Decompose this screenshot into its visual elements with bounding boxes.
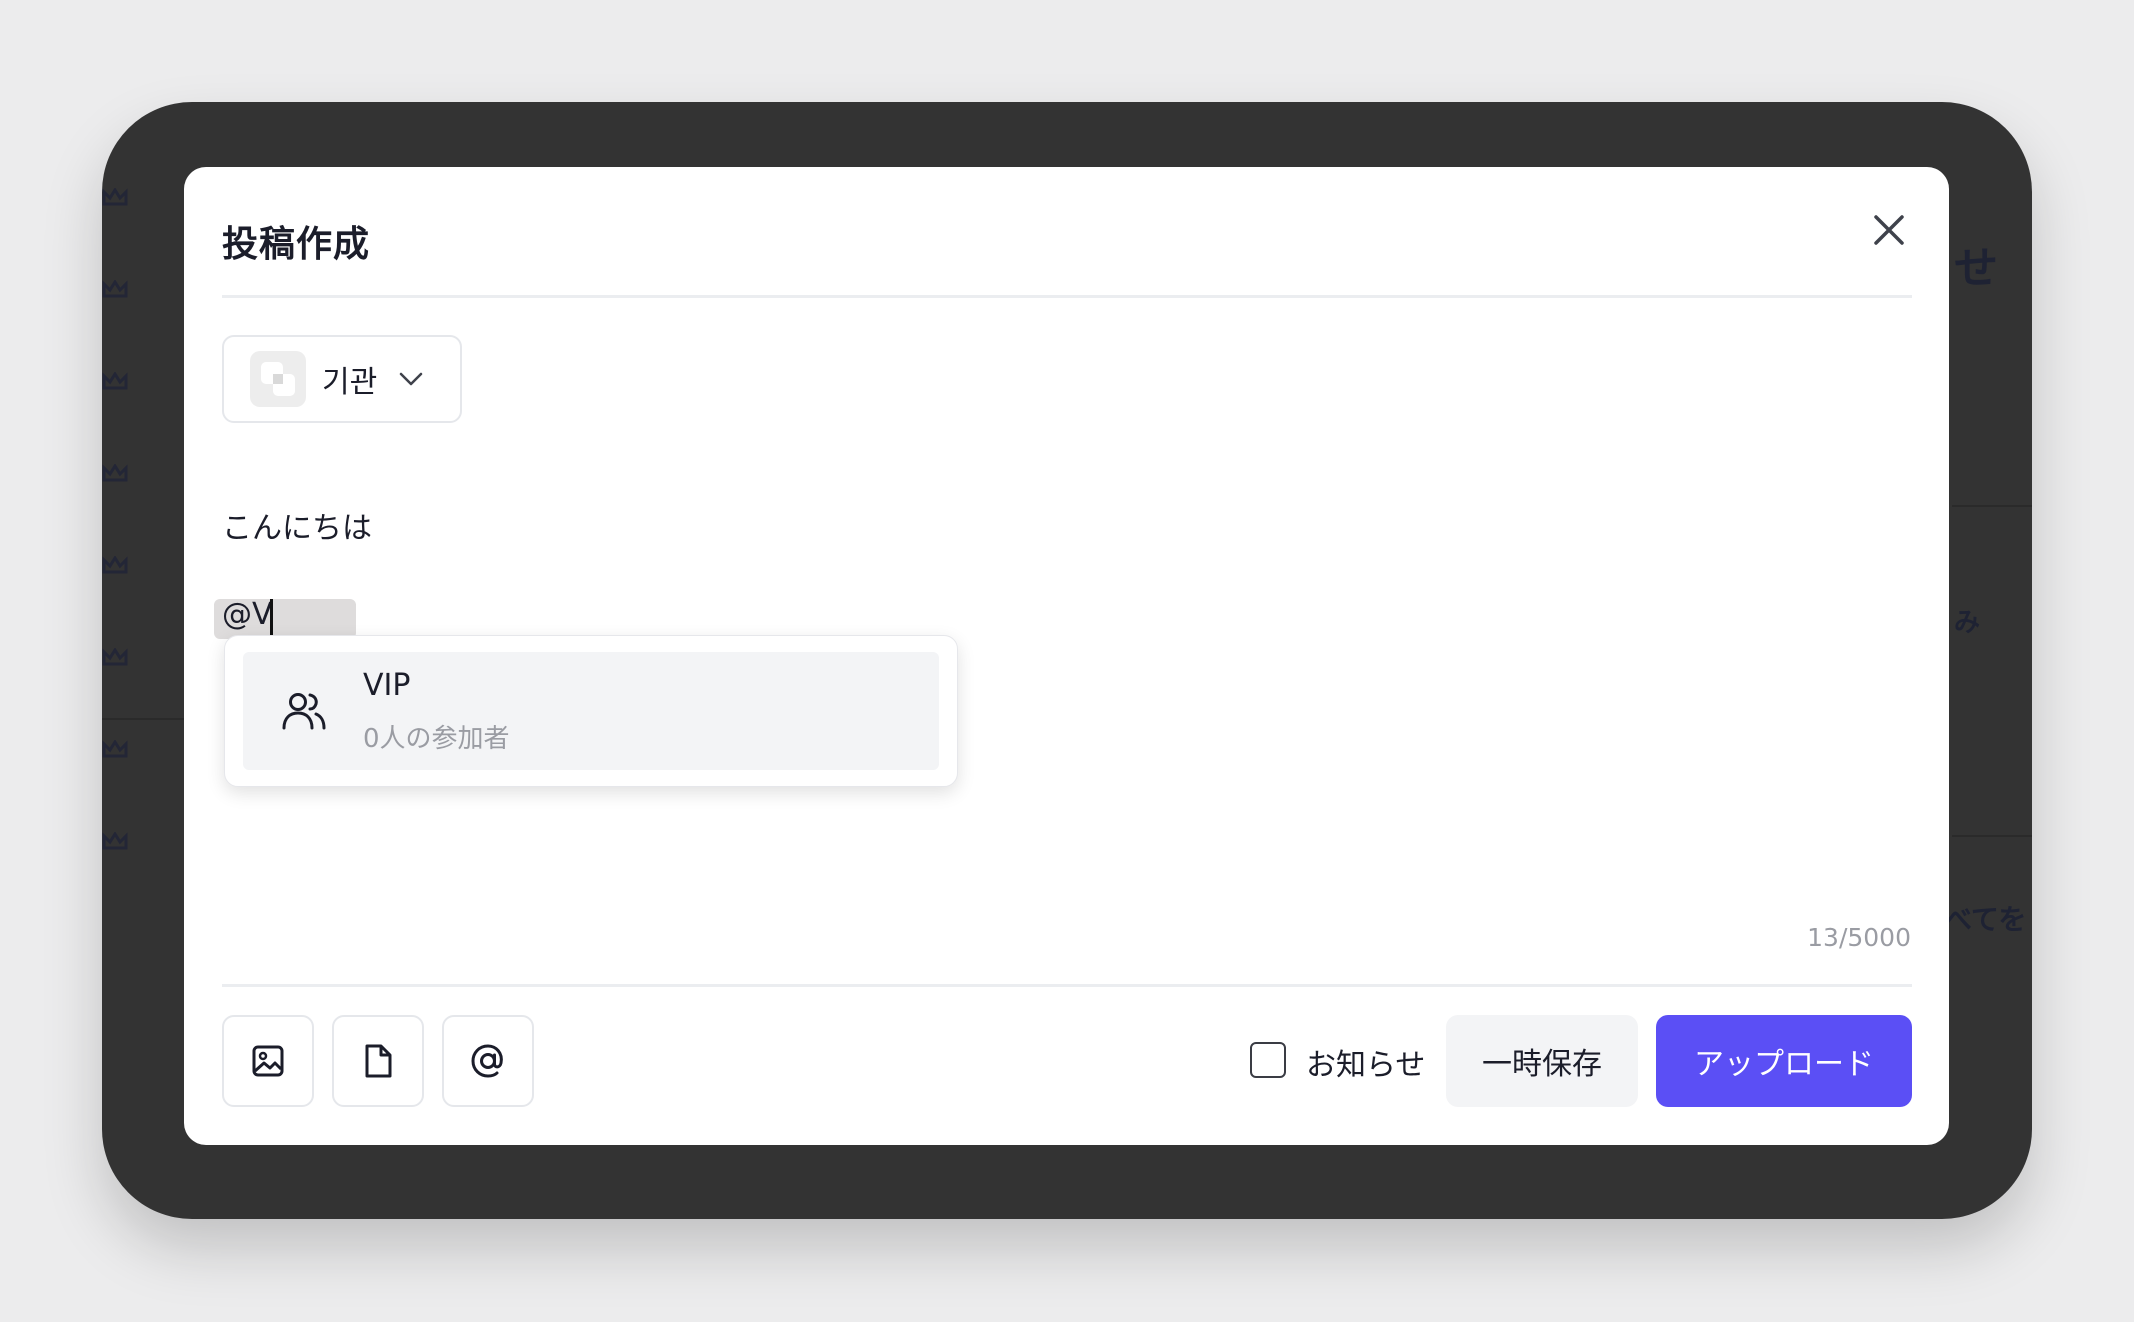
footer-divider — [222, 984, 1912, 987]
background-title-fragment: せ — [1954, 243, 1998, 294]
at-sign-icon — [471, 1044, 503, 1078]
image-icon — [252, 1045, 284, 1077]
background-divider — [1952, 505, 2032, 507]
users-icon — [282, 693, 326, 730]
suggestion-item-vip[interactable]: VIP 0人の参加者 — [243, 652, 939, 770]
background-divider — [102, 718, 192, 720]
account-selector[interactable]: 기관 — [222, 335, 462, 423]
crown-icon — [102, 832, 128, 850]
background-text-fragment: み — [1954, 608, 1981, 638]
save-draft-button[interactable]: 一時保存 — [1446, 1015, 1638, 1107]
attach-file-button[interactable] — [332, 1015, 424, 1107]
header-divider — [222, 295, 1912, 298]
mention-query[interactable]: @V — [222, 597, 273, 632]
background-crown-list — [102, 102, 192, 1219]
character-counter: 13/5000 — [1807, 923, 1911, 952]
crown-icon — [102, 464, 128, 482]
editor-text-line[interactable]: こんにちは — [222, 503, 372, 547]
background-divider — [1952, 835, 2032, 837]
crown-icon — [102, 372, 128, 390]
file-icon — [365, 1044, 392, 1078]
logo-icon — [261, 362, 295, 396]
mention-suggestion-popup: VIP 0人の参加者 — [224, 635, 958, 787]
crown-icon — [102, 556, 128, 574]
suggestion-name: VIP — [363, 668, 411, 703]
account-name: 기관 — [322, 365, 378, 400]
attach-image-button[interactable] — [222, 1015, 314, 1107]
chevron-down-icon — [399, 372, 423, 386]
crown-icon — [102, 280, 128, 298]
crown-icon — [102, 740, 128, 758]
suggestion-member-count: 0人の参加者 — [363, 724, 510, 754]
crown-icon — [102, 188, 128, 206]
notice-label: お知らせ — [1306, 1048, 1426, 1083]
create-post-modal: 投稿作成 기관 こんにちは @V VIP 0人の参加者 13/5000 お知らせ… — [184, 167, 1949, 1145]
mention-button[interactable] — [442, 1015, 534, 1107]
crown-icon — [102, 648, 128, 666]
device-frame: せ み べてを 投稿作成 기관 こんにちは @V VIP 0人の参加者 13/5… — [102, 102, 2032, 1219]
notice-checkbox[interactable] — [1250, 1042, 1286, 1078]
close-icon — [1874, 215, 1904, 245]
close-button[interactable] — [1864, 205, 1914, 255]
text-caret — [270, 599, 273, 637]
upload-button[interactable]: アップロード — [1656, 1015, 1912, 1107]
avatar — [250, 351, 306, 407]
background-text-fragment: べてを — [1944, 903, 2027, 936]
modal-title: 投稿作成 — [222, 224, 371, 265]
